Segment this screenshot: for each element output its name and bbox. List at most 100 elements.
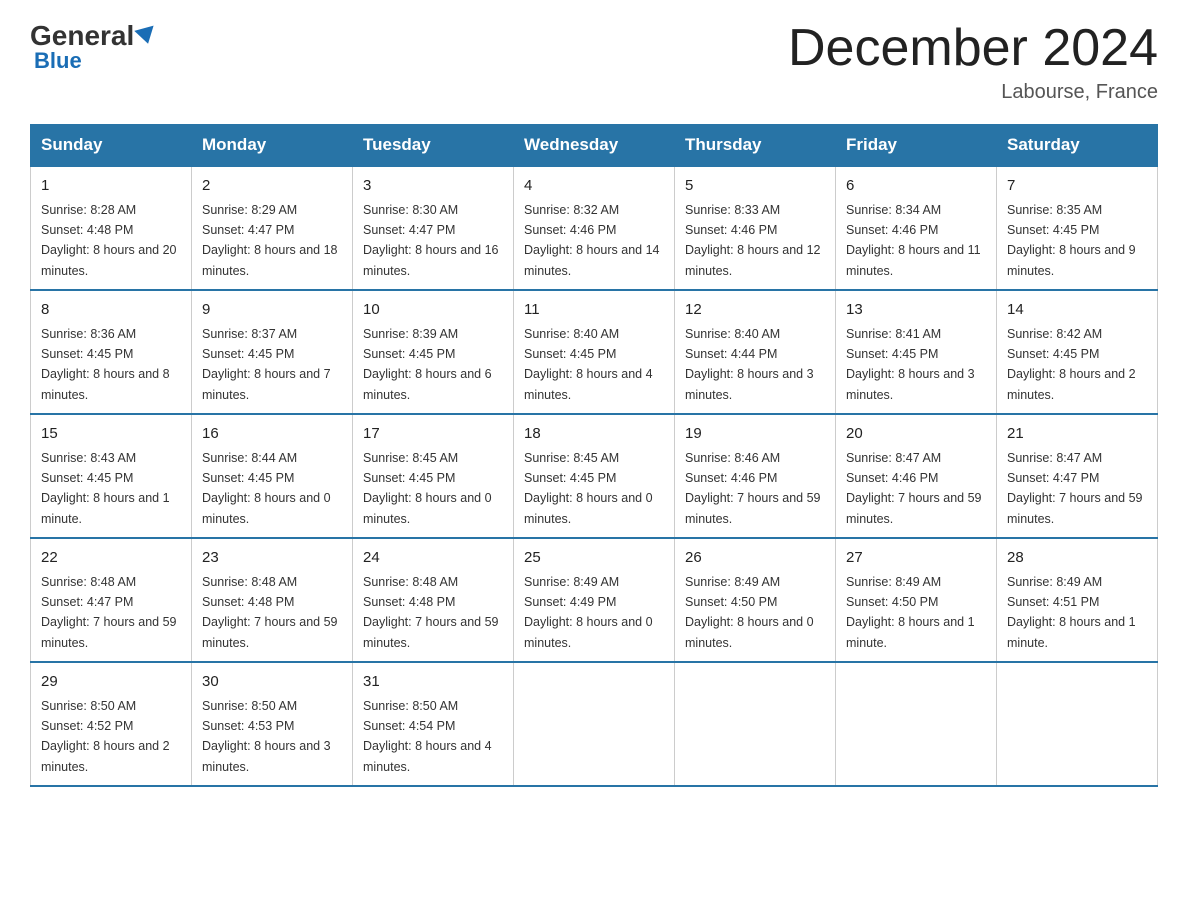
calendar-cell: 16 Sunrise: 8:44 AMSunset: 4:45 PMDaylig… — [192, 414, 353, 538]
day-info: Sunrise: 8:40 AMSunset: 4:44 PMDaylight:… — [685, 327, 814, 402]
day-number: 20 — [846, 423, 986, 446]
header-sunday: Sunday — [31, 125, 192, 167]
day-number: 10 — [363, 299, 503, 322]
day-info: Sunrise: 8:48 AMSunset: 4:47 PMDaylight:… — [41, 575, 177, 650]
logo-blue: Blue — [34, 48, 82, 74]
day-number: 12 — [685, 299, 825, 322]
day-number: 1 — [41, 175, 181, 198]
calendar-cell: 30 Sunrise: 8:50 AMSunset: 4:53 PMDaylig… — [192, 662, 353, 786]
day-number: 22 — [41, 547, 181, 570]
day-number: 11 — [524, 299, 664, 322]
day-number: 21 — [1007, 423, 1147, 446]
day-info: Sunrise: 8:29 AMSunset: 4:47 PMDaylight:… — [202, 203, 338, 278]
day-number: 7 — [1007, 175, 1147, 198]
day-info: Sunrise: 8:50 AMSunset: 4:53 PMDaylight:… — [202, 699, 331, 774]
day-info: Sunrise: 8:50 AMSunset: 4:54 PMDaylight:… — [363, 699, 492, 774]
day-info: Sunrise: 8:35 AMSunset: 4:45 PMDaylight:… — [1007, 203, 1136, 278]
day-number: 13 — [846, 299, 986, 322]
calendar-cell: 5 Sunrise: 8:33 AMSunset: 4:46 PMDayligh… — [675, 166, 836, 290]
calendar-cell: 24 Sunrise: 8:48 AMSunset: 4:48 PMDaylig… — [353, 538, 514, 662]
calendar-cell: 15 Sunrise: 8:43 AMSunset: 4:45 PMDaylig… — [31, 414, 192, 538]
day-info: Sunrise: 8:42 AMSunset: 4:45 PMDaylight:… — [1007, 327, 1136, 402]
calendar-cell: 3 Sunrise: 8:30 AMSunset: 4:47 PMDayligh… — [353, 166, 514, 290]
day-number: 23 — [202, 547, 342, 570]
day-number: 5 — [685, 175, 825, 198]
day-info: Sunrise: 8:45 AMSunset: 4:45 PMDaylight:… — [524, 451, 653, 526]
day-info: Sunrise: 8:49 AMSunset: 4:51 PMDaylight:… — [1007, 575, 1136, 650]
day-number: 19 — [685, 423, 825, 446]
day-number: 14 — [1007, 299, 1147, 322]
calendar-cell: 4 Sunrise: 8:32 AMSunset: 4:46 PMDayligh… — [514, 166, 675, 290]
calendar-cell: 6 Sunrise: 8:34 AMSunset: 4:46 PMDayligh… — [836, 166, 997, 290]
header-friday: Friday — [836, 125, 997, 167]
calendar-cell — [997, 662, 1158, 786]
week-row-2: 8 Sunrise: 8:36 AMSunset: 4:45 PMDayligh… — [31, 290, 1158, 414]
calendar-cell: 13 Sunrise: 8:41 AMSunset: 4:45 PMDaylig… — [836, 290, 997, 414]
day-number: 9 — [202, 299, 342, 322]
day-info: Sunrise: 8:41 AMSunset: 4:45 PMDaylight:… — [846, 327, 975, 402]
day-info: Sunrise: 8:43 AMSunset: 4:45 PMDaylight:… — [41, 451, 170, 526]
calendar-cell: 14 Sunrise: 8:42 AMSunset: 4:45 PMDaylig… — [997, 290, 1158, 414]
calendar-cell: 11 Sunrise: 8:40 AMSunset: 4:45 PMDaylig… — [514, 290, 675, 414]
calendar-cell: 31 Sunrise: 8:50 AMSunset: 4:54 PMDaylig… — [353, 662, 514, 786]
calendar-cell: 7 Sunrise: 8:35 AMSunset: 4:45 PMDayligh… — [997, 166, 1158, 290]
header-thursday: Thursday — [675, 125, 836, 167]
day-number: 27 — [846, 547, 986, 570]
day-info: Sunrise: 8:32 AMSunset: 4:46 PMDaylight:… — [524, 203, 660, 278]
calendar-cell: 19 Sunrise: 8:46 AMSunset: 4:46 PMDaylig… — [675, 414, 836, 538]
page-header: General Blue December 2024 Labourse, Fra… — [30, 20, 1158, 104]
calendar-cell: 1 Sunrise: 8:28 AMSunset: 4:48 PMDayligh… — [31, 166, 192, 290]
day-number: 2 — [202, 175, 342, 198]
day-number: 18 — [524, 423, 664, 446]
day-info: Sunrise: 8:48 AMSunset: 4:48 PMDaylight:… — [363, 575, 499, 650]
day-number: 4 — [524, 175, 664, 198]
day-info: Sunrise: 8:44 AMSunset: 4:45 PMDaylight:… — [202, 451, 331, 526]
month-title: December 2024 — [788, 20, 1158, 77]
calendar-cell — [836, 662, 997, 786]
calendar-cell: 10 Sunrise: 8:39 AMSunset: 4:45 PMDaylig… — [353, 290, 514, 414]
day-number: 6 — [846, 175, 986, 198]
calendar-cell: 8 Sunrise: 8:36 AMSunset: 4:45 PMDayligh… — [31, 290, 192, 414]
weekday-header-row: Sunday Monday Tuesday Wednesday Thursday… — [31, 125, 1158, 167]
header-wednesday: Wednesday — [514, 125, 675, 167]
title-block: December 2024 Labourse, France — [788, 20, 1158, 104]
calendar-table: Sunday Monday Tuesday Wednesday Thursday… — [30, 124, 1158, 787]
day-info: Sunrise: 8:33 AMSunset: 4:46 PMDaylight:… — [685, 203, 821, 278]
day-info: Sunrise: 8:49 AMSunset: 4:50 PMDaylight:… — [846, 575, 975, 650]
day-info: Sunrise: 8:39 AMSunset: 4:45 PMDaylight:… — [363, 327, 492, 402]
day-info: Sunrise: 8:47 AMSunset: 4:47 PMDaylight:… — [1007, 451, 1143, 526]
day-info: Sunrise: 8:37 AMSunset: 4:45 PMDaylight:… — [202, 327, 331, 402]
day-number: 30 — [202, 671, 342, 694]
calendar-cell: 28 Sunrise: 8:49 AMSunset: 4:51 PMDaylig… — [997, 538, 1158, 662]
week-row-3: 15 Sunrise: 8:43 AMSunset: 4:45 PMDaylig… — [31, 414, 1158, 538]
calendar-cell: 18 Sunrise: 8:45 AMSunset: 4:45 PMDaylig… — [514, 414, 675, 538]
calendar-cell: 2 Sunrise: 8:29 AMSunset: 4:47 PMDayligh… — [192, 166, 353, 290]
day-number: 15 — [41, 423, 181, 446]
logo: General Blue — [30, 20, 156, 74]
calendar-cell: 29 Sunrise: 8:50 AMSunset: 4:52 PMDaylig… — [31, 662, 192, 786]
day-number: 17 — [363, 423, 503, 446]
week-row-4: 22 Sunrise: 8:48 AMSunset: 4:47 PMDaylig… — [31, 538, 1158, 662]
day-number: 25 — [524, 547, 664, 570]
day-number: 3 — [363, 175, 503, 198]
location: Labourse, France — [788, 81, 1158, 104]
day-info: Sunrise: 8:40 AMSunset: 4:45 PMDaylight:… — [524, 327, 653, 402]
week-row-1: 1 Sunrise: 8:28 AMSunset: 4:48 PMDayligh… — [31, 166, 1158, 290]
week-row-5: 29 Sunrise: 8:50 AMSunset: 4:52 PMDaylig… — [31, 662, 1158, 786]
day-number: 24 — [363, 547, 503, 570]
calendar-cell: 17 Sunrise: 8:45 AMSunset: 4:45 PMDaylig… — [353, 414, 514, 538]
day-info: Sunrise: 8:48 AMSunset: 4:48 PMDaylight:… — [202, 575, 338, 650]
day-info: Sunrise: 8:30 AMSunset: 4:47 PMDaylight:… — [363, 203, 499, 278]
calendar-cell: 26 Sunrise: 8:49 AMSunset: 4:50 PMDaylig… — [675, 538, 836, 662]
calendar-cell: 27 Sunrise: 8:49 AMSunset: 4:50 PMDaylig… — [836, 538, 997, 662]
day-info: Sunrise: 8:34 AMSunset: 4:46 PMDaylight:… — [846, 203, 981, 278]
day-number: 26 — [685, 547, 825, 570]
day-number: 28 — [1007, 547, 1147, 570]
calendar-cell — [675, 662, 836, 786]
day-info: Sunrise: 8:47 AMSunset: 4:46 PMDaylight:… — [846, 451, 982, 526]
calendar-cell: 9 Sunrise: 8:37 AMSunset: 4:45 PMDayligh… — [192, 290, 353, 414]
calendar-cell: 25 Sunrise: 8:49 AMSunset: 4:49 PMDaylig… — [514, 538, 675, 662]
calendar-cell — [514, 662, 675, 786]
day-info: Sunrise: 8:50 AMSunset: 4:52 PMDaylight:… — [41, 699, 170, 774]
day-number: 29 — [41, 671, 181, 694]
